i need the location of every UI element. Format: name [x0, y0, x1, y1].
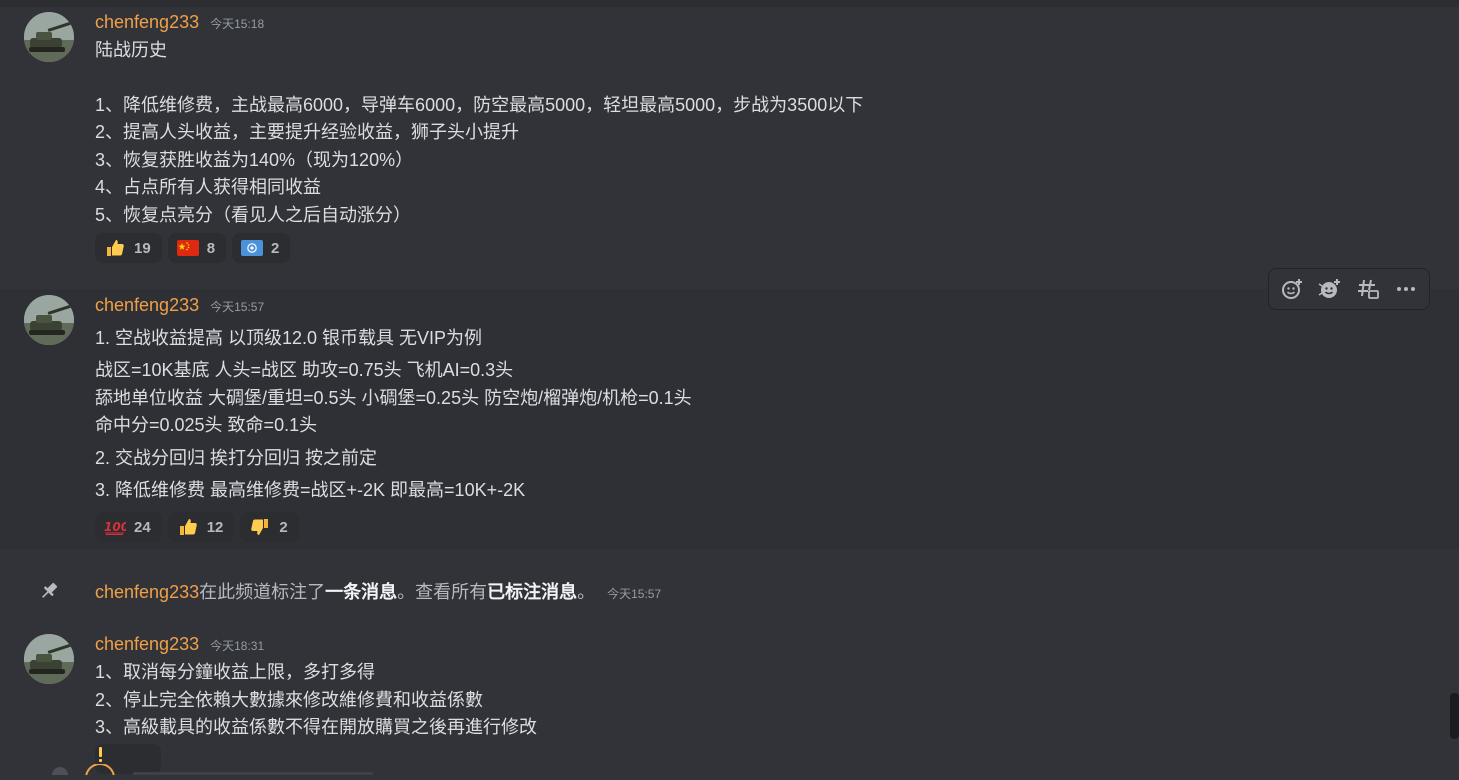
timestamp[interactable]: 今天18:31: [210, 637, 264, 654]
more-icon[interactable]: [1389, 272, 1423, 306]
pinned-messages-link[interactable]: 已标注消息: [487, 578, 577, 604]
thumbs-down-icon: [249, 517, 271, 537]
reaction-count: 2: [279, 518, 288, 536]
message-line: 2. 交战分回归 挨打分回归 按之前定: [95, 448, 378, 468]
message-line: 1、降低维修费，主战最高6000，导弹车6000，防空最高5000，轻坦最高50…: [95, 95, 864, 115]
thumbs-up-icon: [104, 238, 126, 258]
reaction-count: 12: [206, 518, 224, 536]
reaction[interactable]: 2: [232, 233, 291, 263]
pinned-message-link[interactable]: 一条消息: [325, 578, 397, 604]
avatar[interactable]: [24, 634, 74, 684]
reaction-count: 8: [206, 239, 216, 257]
tank-avatar-icon: [24, 12, 74, 62]
create-thread-icon[interactable]: [1351, 272, 1385, 306]
svg-text:100: 100: [104, 520, 126, 534]
pin-text: 。查看所有: [397, 582, 488, 602]
message-line: 2、停止完全依賴大數據來修改維修費和收益係數: [95, 690, 484, 710]
message-line: 3、高級載具的收益係數不得在開放購買之後再進行修改: [95, 717, 538, 737]
reaction[interactable]: 19: [95, 233, 162, 263]
reaction[interactable]: 8: [167, 233, 227, 263]
china-flag-icon: [176, 238, 199, 258]
username[interactable]: chenfeng233: [95, 295, 199, 316]
super-reaction-icon[interactable]: [1313, 272, 1347, 306]
avatar[interactable]: [24, 295, 74, 345]
message-line: 1、取消每分鐘收益上限，多打多得: [95, 662, 376, 682]
message-line: 3、恢复获胜收益为140%（现为120%）: [95, 150, 414, 170]
message: chenfeng233 今天18:31 1、取消每分鐘收益上限，多打多得 2、停…: [0, 628, 1459, 773]
system-message-pin: chenfeng233 在此频道标注了 一条消息 。查看所有 已标注消息 。 今…: [0, 572, 1459, 608]
reaction[interactable]: 2: [240, 512, 299, 542]
pin-icon: [38, 580, 60, 602]
message-line: 1. 空战收益提高 以顶级12.0 银币载具 无VIP为例: [95, 328, 483, 348]
reaction-count: 2: [271, 239, 280, 257]
message-line: 2、提高人头收益，主要提升经验收益，狮子头小提升: [95, 122, 520, 142]
message-line: 命中分=0.025头 致命=0.1头: [95, 415, 318, 435]
reactions: 19 8 2: [95, 233, 291, 263]
thumbs-up-icon: [177, 517, 199, 537]
username[interactable]: chenfeng233: [95, 12, 199, 33]
next-message-edge: [38, 762, 378, 780]
top-edge: [0, 0, 1459, 7]
hundred-points-icon: 100: [104, 517, 126, 537]
username[interactable]: chenfeng233: [95, 634, 199, 655]
scrollbar[interactable]: [1450, 693, 1459, 739]
tank-avatar-icon: [24, 295, 74, 345]
message-line: 3. 降低维修费 最高维修费=战区+-2K 即最高=10K+-2K: [95, 480, 526, 500]
reaction[interactable]: 12: [167, 512, 235, 542]
pin-text: 在此频道标注了: [199, 582, 326, 602]
reactions: 100 24 12 2: [95, 512, 299, 542]
message-toolbar: [1268, 268, 1430, 310]
message-line: 4、占点所有人获得相同收益: [95, 177, 322, 197]
timestamp[interactable]: 今天15:57: [607, 585, 661, 602]
pin-text: 。: [577, 582, 596, 602]
un-flag-icon: [241, 238, 264, 258]
username[interactable]: chenfeng233: [95, 582, 199, 603]
tank-avatar-icon: [24, 634, 74, 684]
timestamp[interactable]: 今天15:57: [210, 298, 264, 315]
timestamp[interactable]: 今天15:18: [210, 15, 264, 32]
message-line: 陆战历史: [95, 40, 167, 60]
message: chenfeng233 今天15:18 陆战历史 1、降低维修费，主战最高600…: [0, 7, 1459, 269]
add-reaction-icon[interactable]: [1275, 272, 1309, 306]
message-line: 舔地单位收益 大碉堡/重坦=0.5头 小碉堡=0.25头 防空炮/榴弹炮/机枪=…: [95, 388, 692, 408]
message-line: 5、恢复点亮分（看见人之后自动涨分）: [95, 205, 412, 225]
avatar[interactable]: [24, 12, 74, 62]
reaction-count: 24: [134, 518, 151, 536]
message-line: 战区=10K基底 人头=战区 助攻=0.75头 飞机AI=0.3头: [95, 360, 514, 380]
message: chenfeng233 今天15:57 1. 空战收益提高 以顶级12.0 银币…: [0, 289, 1459, 549]
reaction[interactable]: 100 24: [95, 512, 162, 542]
reaction-count: 19: [134, 239, 151, 257]
